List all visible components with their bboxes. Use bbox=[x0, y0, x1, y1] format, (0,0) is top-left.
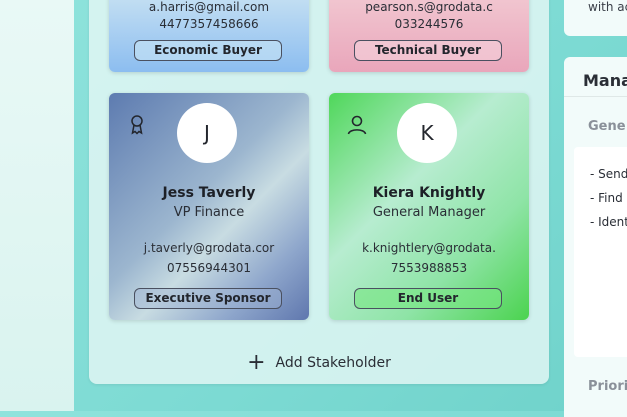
priority-label: Priorit bbox=[588, 379, 627, 394]
stakeholder-phone: 7553988853 bbox=[390, 261, 468, 275]
stakeholder-phone: 07556944301 bbox=[167, 261, 251, 275]
avatar: J bbox=[177, 103, 237, 163]
note-line: - Find bbox=[590, 191, 623, 205]
stakeholder-email[interactable]: pearson.s@grodata.c bbox=[329, 0, 529, 14]
section-label: Gene bbox=[588, 119, 626, 134]
stakeholder-name: Kiera Knightly bbox=[372, 185, 486, 201]
stakeholder-card[interactable]: K Kiera Knightly General Manager k.knigh… bbox=[329, 93, 529, 320]
stakeholder-name: Jess Taverly bbox=[162, 185, 256, 201]
stakeholder-email[interactable]: a.harris@gmail.com bbox=[109, 0, 309, 14]
right-column: with ac Mana Gene - Send - Find - Ident … bbox=[564, 0, 627, 417]
ribbon-icon bbox=[125, 113, 149, 137]
right-top-text: with ac bbox=[588, 0, 627, 14]
plus-icon: + bbox=[247, 349, 266, 375]
note-line: - Send bbox=[590, 167, 627, 181]
role-badge[interactable]: Economic Buyer bbox=[134, 40, 282, 61]
stakeholder-email[interactable]: k.knightlery@grodata. bbox=[329, 241, 529, 255]
add-stakeholder-button[interactable]: + Add Stakeholder bbox=[89, 341, 549, 384]
role-badge[interactable]: Technical Buyer bbox=[354, 40, 502, 61]
notes-textarea[interactable]: - Send - Find - Ident bbox=[574, 147, 627, 357]
stakeholder-card[interactable]: J Jess Taverly VP Finance j.taverly@grod… bbox=[109, 93, 309, 320]
stakeholder-phone: 4477357458666 bbox=[159, 17, 259, 31]
divider bbox=[564, 96, 627, 97]
stakeholder-email[interactable]: j.taverly@grodata.cor bbox=[109, 241, 309, 255]
add-stakeholder-label: Add Stakeholder bbox=[275, 354, 391, 371]
stakeholder-card[interactable]: pearson.s@grodata.c 033244576 Technical … bbox=[329, 0, 529, 72]
panel-heading: Mana bbox=[583, 71, 627, 90]
user-icon bbox=[345, 113, 369, 137]
stakeholder-title: VP Finance bbox=[173, 205, 245, 220]
role-badge[interactable]: Executive Sponsor bbox=[134, 288, 282, 309]
stakeholder-phone: 033244576 bbox=[394, 17, 464, 31]
right-top-card: with ac bbox=[564, 0, 627, 36]
left-sidebar bbox=[0, 0, 74, 411]
note-line: - Ident bbox=[590, 215, 627, 229]
stakeholder-title: General Manager bbox=[372, 205, 486, 220]
role-badge[interactable]: End User bbox=[354, 288, 502, 309]
management-panel: Mana Gene - Send - Find - Ident Priorit bbox=[564, 57, 627, 417]
avatar: K bbox=[397, 103, 457, 163]
stakeholder-card[interactable]: a.harris@gmail.com 4477357458666 Economi… bbox=[109, 0, 309, 72]
